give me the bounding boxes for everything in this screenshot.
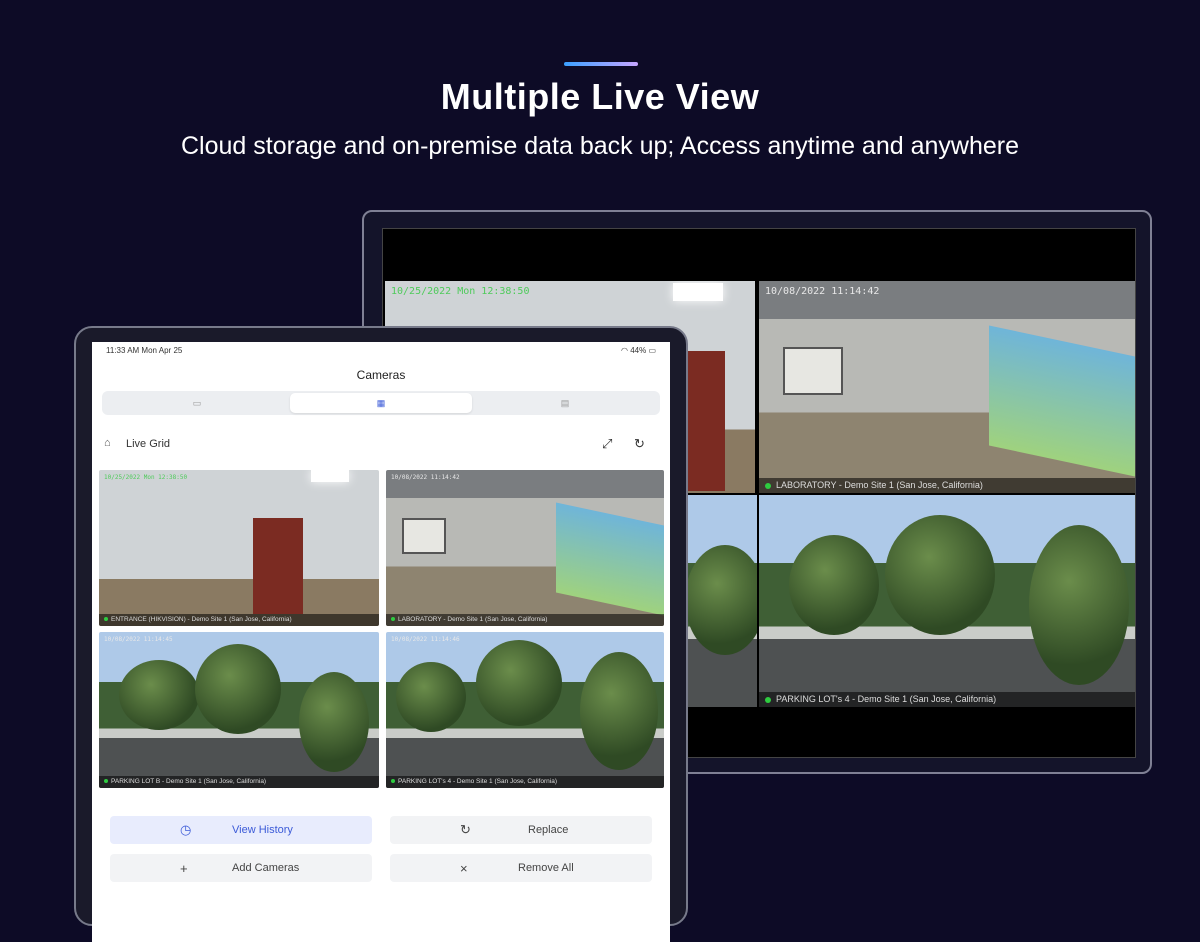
status-time: 11:33 AM Mon Apr 25 [106, 346, 183, 355]
door [253, 518, 303, 614]
feed-timestamp: 10/25/2022 Mon 12:38:50 [391, 286, 530, 297]
subheadline: Cloud storage and on-premise data back u… [181, 132, 1019, 160]
tree [299, 672, 369, 772]
live-grid-label: Live Grid [126, 438, 171, 450]
tree [119, 660, 199, 730]
plus-icon: + [180, 860, 188, 876]
status-indicators: ◠ 44% ▭ [621, 346, 656, 355]
view-history-button[interactable]: ◷ View History [110, 816, 372, 844]
live-grid-icon: ⌂ [104, 437, 111, 449]
headline: Multiple Live View [440, 76, 760, 117]
window-strip [556, 502, 664, 616]
ceiling-light [311, 470, 349, 482]
door [685, 351, 725, 491]
monitor-feed-parking-4[interactable]: PARKING LOT's 4 - Demo Site 1 (San Jose,… [759, 495, 1135, 707]
tab-list-view[interactable]: ▤ [474, 393, 656, 413]
feed-timestamp: 10/08/2022 11:14:42 [765, 286, 880, 297]
feed-caption: PARKING LOT B - Demo Site 1 (San Jose, C… [99, 776, 379, 788]
whiteboard [402, 518, 446, 554]
live-indicator [765, 482, 771, 489]
camera-tile-laboratory[interactable]: 10/08/2022 11:14:42 LABORATORY - Demo Si… [386, 470, 664, 626]
tab-grid-view[interactable]: ▦ [290, 393, 472, 413]
tree [195, 644, 281, 734]
tablet-device: 11:33 AM Mon Apr 25 ◠ 44% ▭ Cameras ▭ ▦ … [74, 326, 688, 942]
remove-all-label: Remove All [518, 862, 574, 874]
swap-icon: ↻ [460, 822, 471, 837]
whiteboard [783, 347, 843, 395]
clock-icon: ◷ [180, 822, 192, 837]
close-icon: × [460, 860, 468, 876]
single-view-icon: ▭ [192, 397, 202, 408]
tree [685, 545, 757, 655]
replace-button[interactable]: ↻ Replace [390, 816, 652, 844]
window-strip [989, 325, 1135, 477]
ceiling-light [673, 283, 723, 301]
accent-line [564, 62, 638, 66]
live-indicator [391, 617, 395, 622]
remove-all-button[interactable]: × Remove All [390, 854, 652, 882]
feed-caption: LABORATORY - Demo Site 1 (San Jose, Cali… [386, 614, 664, 626]
add-cameras-button[interactable]: + Add Cameras [110, 854, 372, 882]
page-title: Cameras [356, 368, 406, 382]
live-grid-header: ⌂ Live Grid ⤢ ↻ [104, 436, 660, 454]
add-cameras-label: Add Cameras [232, 862, 300, 874]
tree [580, 652, 658, 770]
camera-tile-parking-b[interactable]: 10/08/2022 11:14:45 PARKING LOT B - Demo… [99, 632, 379, 788]
feed-caption: ENTRANCE (HIKVISION) - Demo Site 1 (San … [99, 614, 379, 626]
live-indicator [391, 779, 395, 784]
grid-view-icon: ▦ [376, 397, 386, 408]
feed-timestamp: 10/08/2022 11:14:46 [391, 636, 460, 643]
camera-tile-parking-4[interactable]: 10/08/2022 11:14:46 PARKING LOT's 4 - De… [386, 632, 664, 788]
live-indicator [765, 696, 771, 703]
tab-single-view[interactable]: ▭ [106, 393, 288, 413]
tablet-screen: 11:33 AM Mon Apr 25 ◠ 44% ▭ Cameras ▭ ▦ … [92, 342, 670, 942]
tree [1029, 525, 1129, 685]
view-history-label: View History [232, 824, 293, 836]
feed-caption: LABORATORY - Demo Site 1 (San Jose, Cali… [759, 478, 1135, 493]
wifi-icon: ◠ [620, 346, 628, 355]
tree [476, 640, 562, 726]
feed-timestamp: 10/25/2022 Mon 12:38:50 [104, 474, 188, 481]
view-mode-segmented-control: ▭ ▦ ▤ [102, 391, 660, 415]
feed-timestamp: 10/08/2022 11:14:45 [104, 636, 173, 643]
refresh-icon[interactable]: ↻ [634, 436, 645, 452]
monitor-feed-laboratory[interactable]: 10/08/2022 11:14:42 LABORATORY - Demo Si… [759, 281, 1135, 493]
feed-timestamp: 10/08/2022 11:14:42 [391, 474, 460, 481]
status-bar: 11:33 AM Mon Apr 25 ◠ 44% ▭ [92, 346, 670, 360]
camera-tile-entrance[interactable]: 10/25/2022 Mon 12:38:50 ENTRANCE (HIKVIS… [99, 470, 379, 626]
tree [885, 515, 995, 635]
replace-label: Replace [528, 824, 569, 836]
tree [789, 535, 879, 635]
list-view-icon: ▤ [560, 397, 570, 408]
live-indicator [104, 779, 108, 784]
feed-caption: PARKING LOT's 4 - Demo Site 1 (San Jose,… [759, 692, 1135, 707]
live-indicator [104, 617, 108, 622]
fullscreen-icon[interactable]: ⤢ [602, 436, 612, 452]
feed-caption: PARKING LOT's 4 - Demo Site 1 (San Jose,… [386, 776, 664, 788]
battery-icon: ▭ [648, 346, 656, 355]
tree [396, 662, 466, 732]
battery-level: 44% [630, 346, 647, 355]
